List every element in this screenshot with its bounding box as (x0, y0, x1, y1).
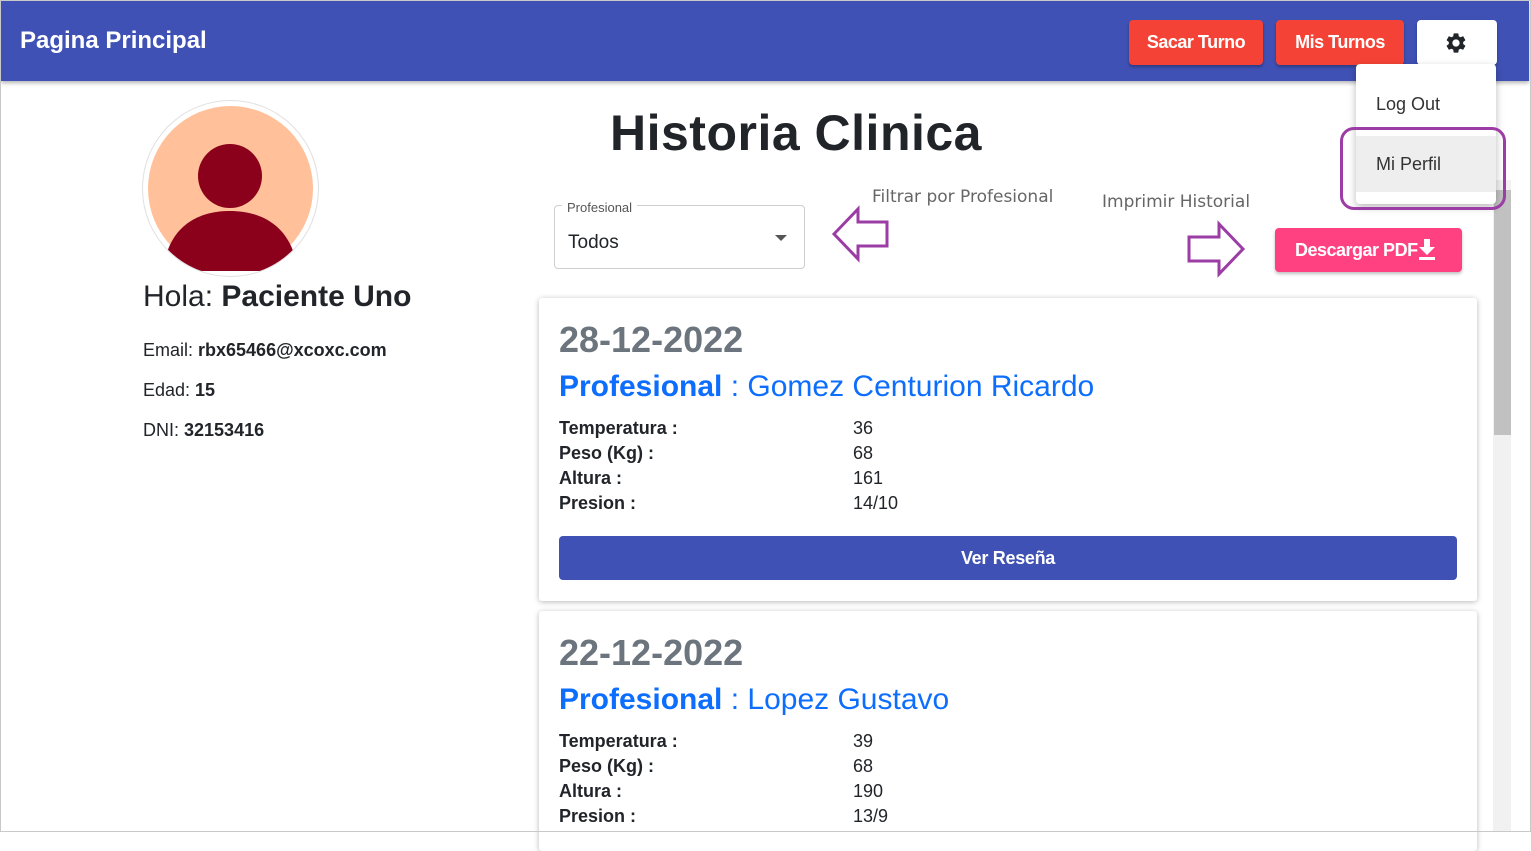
temperatura-value: 36 (853, 418, 874, 438)
profile-avatar (143, 101, 318, 276)
scrollbar-thumb[interactable] (1494, 190, 1511, 435)
edad-label: Edad: (143, 380, 196, 400)
email-line: Email: rbx65466@xcoxc.com (143, 340, 387, 361)
presion-label: Presion : (559, 493, 637, 513)
edad-line: Edad: 15 (143, 380, 215, 401)
altura-value: 190 (853, 781, 884, 801)
patient-name: Paciente Uno (221, 280, 412, 313)
temperatura-label: Temperatura : (559, 731, 678, 751)
record-date: 22-12-2022 (559, 632, 744, 673)
peso-label: Peso (Kg) : (559, 756, 655, 776)
dni-value: 32153416 (184, 420, 265, 440)
annotation-filter-text: Filtrar por Profesional (872, 187, 1054, 207)
arrow-right-icon (1187, 220, 1246, 278)
ver-resena-button[interactable]: Ver Reseña (559, 536, 1457, 580)
settings-button[interactable] (1417, 20, 1497, 65)
chevron-down-icon[interactable] (775, 235, 787, 241)
altura-value: 161 (853, 468, 884, 488)
record-date: 28-12-2022 (559, 319, 744, 360)
descargar-pdf-button[interactable]: Descargar PDF (1275, 228, 1462, 272)
annotation-highlight-box (1340, 127, 1506, 210)
peso-value: 68 (853, 443, 874, 463)
temperatura-label: Temperatura : (559, 418, 678, 438)
presion-value: 13/9 (853, 806, 889, 826)
presion-label: Presion : (559, 806, 637, 826)
mis-turnos-button[interactable]: Mis Turnos (1276, 20, 1404, 65)
record-profesional-sep: : (722, 370, 748, 403)
altura-label: Altura : (559, 781, 622, 801)
descargar-pdf-label: Descargar PDF (1295, 240, 1418, 260)
record-profesional: Profesional : Lopez Gustavo (559, 683, 949, 717)
edad-value: 15 (195, 380, 216, 400)
temperatura-value: 39 (853, 731, 874, 751)
record-profesional-label: Profesional (559, 370, 723, 403)
greeting-prefix: Hola: (143, 280, 222, 313)
gear-icon (1446, 33, 1466, 53)
email-label: Email: (143, 340, 199, 360)
page-title: Historia Clinica (610, 105, 982, 161)
top-navbar: Pagina Principal Sacar Turno Mis Turnos (1, 1, 1529, 81)
record-profesional-name: Lopez Gustavo (747, 683, 950, 716)
record-profesional-sep: : (722, 683, 748, 716)
historia-record-card: 28-12-2022 Profesional : Gomez Centurion… (539, 298, 1477, 601)
dni-label: DNI: (143, 420, 185, 440)
annotation-print-text: Imprimir Historial (1102, 192, 1251, 212)
presion-value: 14/10 (853, 493, 899, 513)
brand-title[interactable]: Pagina Principal (20, 27, 207, 55)
logout-menu-item[interactable]: Log Out (1356, 76, 1496, 132)
peso-value: 68 (853, 756, 874, 776)
download-icon (1419, 239, 1435, 260)
altura-label: Altura : (559, 468, 622, 488)
arrow-left-icon (831, 205, 889, 263)
profile-greeting: Hola: Paciente Uno (143, 280, 411, 314)
peso-label: Peso (Kg) : (559, 443, 655, 463)
record-profesional-name: Gomez Centurion Ricardo (747, 370, 1095, 403)
profesional-filter-label: Profesional (562, 200, 638, 215)
record-profesional: Profesional : Gomez Centurion Ricardo (559, 370, 1094, 404)
dni-line: DNI: 32153416 (143, 420, 264, 441)
profesional-filter-value[interactable]: Todos (568, 232, 619, 254)
historia-record-card: 22-12-2022 Profesional : Lopez Gustavo T… (539, 611, 1477, 851)
user-avatar-icon (148, 106, 313, 271)
sacar-turno-button[interactable]: Sacar Turno (1129, 20, 1263, 65)
email-value: rbx65466@xcoxc.com (198, 340, 387, 360)
record-profesional-label: Profesional (559, 683, 723, 716)
